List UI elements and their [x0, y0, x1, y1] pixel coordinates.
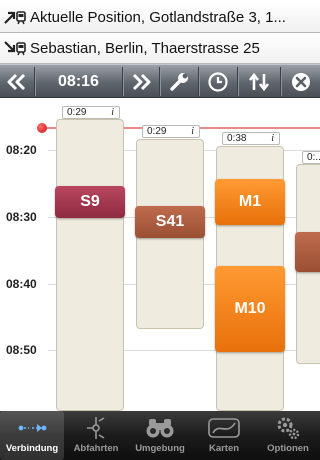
gear-icon: [274, 413, 302, 443]
duration-value: 0:38: [227, 133, 247, 144]
tab-bar: Verbindung Abfahrten Umgebung Karten Opt…: [0, 411, 320, 460]
line-segment-s9[interactable]: S9: [55, 186, 125, 218]
double-chevron-left-icon: [7, 73, 26, 90]
line-segment-m1[interactable]: M1: [215, 179, 285, 225]
tab-verbindung[interactable]: Verbindung: [0, 411, 64, 460]
tab-abfahrten[interactable]: Abfahrten: [64, 411, 128, 460]
from-field[interactable]: Aktuelle Position, Gotlandstraße 3, 1...: [0, 2, 320, 33]
time-label: 08:40: [6, 277, 37, 291]
to-text: Sebastian, Berlin, Thaerstrasse 25: [30, 39, 260, 57]
binoculars-icon: [145, 413, 175, 443]
time-label: 08:30: [6, 210, 37, 224]
clock-button[interactable]: [199, 65, 237, 98]
tab-label: Karten: [208, 443, 240, 454]
clock-icon: [208, 71, 228, 92]
time-label: 08:50: [6, 343, 37, 357]
tab-optionen[interactable]: Optionen: [256, 411, 320, 460]
settings-wrench-button[interactable]: [160, 65, 198, 98]
swap-button[interactable]: [238, 65, 280, 98]
earlier-button[interactable]: [0, 65, 34, 98]
swap-arrows-icon: [248, 72, 270, 91]
duration-value: 0:29: [67, 107, 87, 118]
info-icon: i: [271, 133, 274, 144]
departure-time: 08:16: [58, 72, 99, 90]
duration-value: 0:29: [147, 126, 167, 137]
info-icon: i: [111, 107, 114, 118]
timeline[interactable]: 08:20 08:30 08:40 08:50 0:29 i S9 0:29 i…: [0, 98, 320, 411]
connection-column[interactable]: [56, 119, 124, 411]
line-segment-s41[interactable]: S41: [135, 206, 205, 238]
to-field[interactable]: Sebastian, Berlin, Thaerstrasse 25: [0, 33, 320, 64]
duration-badge[interactable]: 0:38 i: [222, 132, 280, 145]
current-time-marker: [37, 123, 47, 133]
tab-label: Abfahrten: [73, 443, 119, 454]
line-segment-m10[interactable]: M10: [215, 266, 285, 352]
toolbar: 08:16: [0, 64, 320, 98]
arrow-down-right-train-icon: [0, 33, 30, 63]
duration-value: 0:...: [307, 152, 320, 163]
tab-label: Umgebung: [135, 443, 185, 454]
info-icon: i: [191, 126, 194, 137]
time-button[interactable]: 08:16: [35, 65, 122, 98]
arrow-up-right-train-icon: [0, 2, 30, 32]
tab-umgebung[interactable]: Umgebung: [128, 411, 192, 460]
tab-label: Optionen: [267, 443, 309, 454]
from-text: Aktuelle Position, Gotlandstraße 3, 1...: [30, 8, 286, 26]
departures-icon: [83, 413, 109, 443]
duration-badge[interactable]: 0:29 i: [62, 106, 120, 119]
later-button[interactable]: [123, 65, 159, 98]
duration-badge[interactable]: 0:...: [302, 151, 320, 164]
map-icon: [207, 413, 241, 443]
wrench-icon: [170, 72, 188, 91]
double-chevron-right-icon: [132, 73, 151, 90]
close-circle-icon: [291, 72, 310, 91]
duration-badge[interactable]: 0:29 i: [142, 125, 200, 138]
tab-label: Verbindung: [5, 443, 59, 454]
connection-dots-icon: [17, 413, 47, 443]
time-label: 08:20: [6, 143, 37, 157]
line-segment-s[interactable]: S: [295, 232, 320, 272]
tab-karten[interactable]: Karten: [192, 411, 256, 460]
clear-button[interactable]: [281, 65, 320, 98]
